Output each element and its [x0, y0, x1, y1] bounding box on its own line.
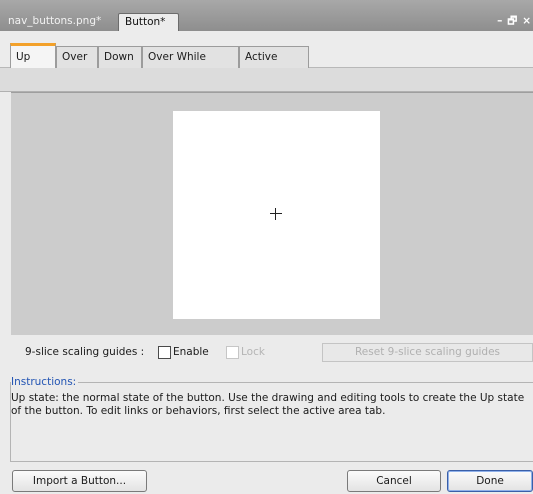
lock-checkbox-label[interactable]: Lock [241, 346, 265, 358]
doc-tab-button[interactable]: Button* [118, 13, 179, 31]
options-strip [0, 68, 533, 92]
doc-tab-nav-buttons[interactable]: nav_buttons.png* [2, 13, 107, 31]
import-button[interactable]: Import a Button... [12, 470, 147, 492]
window-controls: – 🗗 × [497, 13, 531, 29]
nine-slice-row: 9-slice scaling guides : Enable Lock Res… [0, 336, 533, 370]
stage-area[interactable] [11, 92, 533, 335]
close-icon[interactable]: × [522, 13, 531, 29]
instructions-group: Instructions: Up state: the normal state… [10, 376, 533, 462]
enable-checkbox[interactable] [158, 346, 171, 359]
cancel-button[interactable]: Cancel [347, 470, 441, 492]
tab-down[interactable]: Down [98, 46, 142, 68]
tab-over-while-down[interactable]: Over While Down [142, 46, 239, 83]
registration-crosshair-icon [270, 208, 282, 220]
state-tab-bar: Up Over Down Over While Down Active Area [0, 31, 533, 83]
title-bar: nav_buttons.png* Button* – 🗗 × [0, 0, 533, 31]
instructions-text: Up state: the normal state of the button… [11, 392, 525, 417]
reset-guides-button[interactable]: Reset 9-slice scaling guides [322, 343, 533, 362]
lock-checkbox[interactable] [226, 346, 239, 359]
enable-checkbox-label[interactable]: Enable [173, 346, 209, 358]
restore-icon[interactable]: 🗗 [507, 13, 517, 29]
done-button[interactable]: Done [447, 470, 533, 492]
instructions-title: Instructions: [11, 376, 79, 389]
tab-up[interactable]: Up [10, 43, 56, 68]
tab-over[interactable]: Over [56, 46, 98, 68]
nine-slice-label: 9-slice scaling guides : [25, 346, 145, 358]
button-canvas[interactable] [173, 111, 380, 319]
minimize-icon[interactable]: – [497, 13, 502, 29]
tab-active-area[interactable]: Active Area [239, 46, 309, 83]
